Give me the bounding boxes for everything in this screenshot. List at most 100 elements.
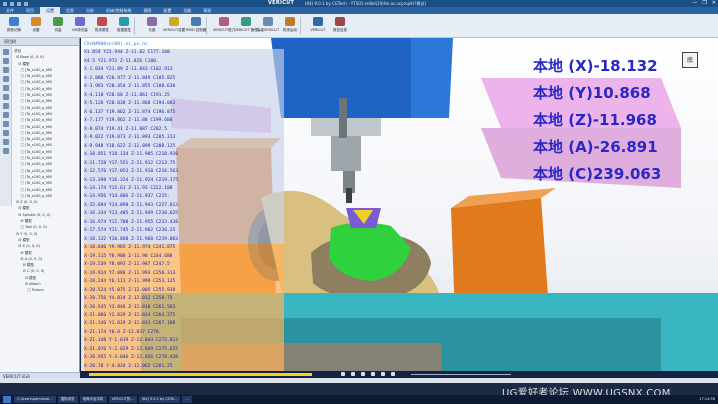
tree-tool-icon[interactable]	[3, 85, 9, 91]
view-cube[interactable]: 底	[682, 52, 698, 68]
taskbar-item[interactable]: 电商平台手机	[79, 396, 107, 403]
nc-line[interactable]: X-20.756 Y4.034 Z-12.012 C258.75	[84, 295, 284, 304]
menu-item[interactable]: 信息	[60, 7, 80, 14]
ribbon-button[interactable]: 颜色切换	[3, 16, 25, 36]
nc-line[interactable]: X-16.334 Y13.405 Z-11.949 C230.625	[84, 210, 284, 219]
ribbon-button[interactable]: 机床运动	[279, 16, 301, 36]
quick-open-icon[interactable]	[10, 1, 14, 6]
menu-item[interactable]: 项目	[20, 7, 40, 14]
nc-line[interactable]: X-20.244 Y6.111 Z-11.999 C253.125	[84, 278, 284, 287]
nc-line[interactable]: X-10.851 Y18.134 Z-11.905 C210.938	[84, 151, 284, 160]
nc-line[interactable]: X-3.993 Y20.454 Z-11.855 C188.638	[84, 83, 284, 92]
nc-line[interactable]: X-20.955 Y-3.046 Z-12.056 C278.438	[84, 354, 284, 363]
ribbon-button[interactable]: 切量	[47, 16, 69, 36]
tree-tool-icon[interactable]	[3, 76, 9, 82]
quick-access-toolbar[interactable]	[3, 1, 28, 6]
speed-slider[interactable]	[411, 374, 511, 375]
nc-line[interactable]: X-19.539 Y8.093 Z-11.987 C247.5	[84, 261, 284, 270]
ribbon-button[interactable]: VERICUT设置	[163, 16, 185, 36]
minimize-button[interactable]: —	[692, 0, 697, 6]
ribbon-button[interactable]: 长度	[141, 16, 163, 36]
nc-line[interactable]: X-21.146 Y1.019 Z-12.031 C267.188	[84, 320, 284, 329]
taskbar-item[interactable]: ...	[182, 396, 192, 403]
nc-line[interactable]: X4.5 Y21.972 Z-11.826 C180.	[84, 57, 284, 67]
tree-tool-icon[interactable]	[3, 94, 9, 100]
ribbon-button[interactable]: NX快切量	[69, 16, 91, 36]
maximize-button[interactable]: ❐	[702, 0, 706, 6]
nc-line[interactable]: X1.054 Y21.944 Z-11.82 C177.108	[84, 49, 284, 58]
taskbar-item[interactable]: 搜狗浏览	[57, 396, 78, 403]
tree-tool-icon[interactable]	[3, 139, 9, 145]
nc-line[interactable]: X-21.066 Y2.029 Z-12.024 C264.375	[84, 312, 284, 321]
step-forward-icon[interactable]	[371, 372, 375, 376]
nc-line[interactable]: X-12.576 Y17.053 Z-11.918 C216.563	[84, 168, 284, 177]
machine-simulation-viewport[interactable]: CAsN#000sn(00).nc_ps.nc X1.054 Y21.944 Z…	[81, 38, 718, 371]
tree-tool-icon[interactable]	[3, 112, 9, 118]
nc-line[interactable]: X-9.948 Y18.622 Z-11.899 C208.125	[84, 142, 284, 152]
nc-line[interactable]: X-16.974 Y12.708 Z-11.955 C233.438	[84, 218, 284, 228]
ribbon-button[interactable]: IMSD 控制器	[185, 16, 207, 36]
tree-tool-icon[interactable]	[3, 103, 9, 109]
ribbon-button[interactable]: 机床属性	[91, 16, 113, 36]
nc-line[interactable]: X-15.694 Y14.098 Z-11.943 C227.813	[84, 201, 284, 211]
nc-line[interactable]: X-19.115 Y8.988 Z-11.98 C244.688	[84, 252, 284, 262]
tree-tool-icon[interactable]	[3, 148, 9, 154]
stop-icon[interactable]	[381, 372, 385, 376]
tree-node[interactable]: □ Fixture	[14, 287, 80, 293]
nc-line[interactable]: X-8.074 Y19.41 Z-11.887 C202.5	[84, 125, 284, 135]
taskbar-item[interactable]: VERICUT的...	[108, 396, 137, 403]
nc-line[interactable]: X-20.524 Y5.075 Z-12.005 C255.938	[84, 286, 284, 296]
play-icon[interactable]	[361, 372, 365, 376]
nc-line[interactable]: X-14.174 Y15.61 Z-11.93 C222.188	[84, 184, 284, 194]
nc-line[interactable]: X-11.728 Y17.551 Z-11.912 C213.75	[84, 159, 284, 169]
menu-item[interactable]: 视图	[137, 7, 157, 14]
nc-line[interactable]: X-18.646 Y9.965 Z-11.974 C241.875	[84, 244, 284, 253]
menu-item[interactable]: 设置	[40, 7, 60, 14]
quick-new-icon[interactable]	[3, 1, 7, 6]
nc-line[interactable]: X-14.956 Y14.886 Z-11.937 C225.	[84, 193, 284, 202]
nc-line[interactable]: X-20.935 Y3.046 Z-12.018 C261.563	[84, 303, 284, 312]
ribbon-button[interactable]: VERICUT退刀	[213, 16, 235, 36]
ribbon-button[interactable]: VERICUT 管理	[234, 16, 258, 36]
nc-line[interactable]: X-21.076 Y-2.029 Z-12.049 C275.625	[84, 345, 284, 355]
taskbar-item[interactable]: (64) 9.0.1 by CGTe...	[138, 396, 181, 403]
nc-line[interactable]: X-19.914 Y7.086 Z-11.993 C250.313	[84, 269, 284, 279]
quick-save-icon[interactable]	[17, 1, 21, 6]
simulation-timeline[interactable]	[81, 371, 718, 378]
menu-item[interactable]: 机床/控制系统	[100, 7, 137, 14]
quick-undo-icon[interactable]	[24, 1, 28, 6]
ribbon-button[interactable]: 报告信息	[329, 16, 351, 36]
nc-program-listing[interactable]: CAsN#000sn(00).nc_ps.nc X1.054 Y21.944 Z…	[84, 41, 284, 371]
nc-line[interactable]: X-21.174 Y0.0 Z-12.037 C270.	[84, 328, 284, 338]
ribbon-button[interactable]: 碰撞属性	[113, 16, 135, 36]
nc-line[interactable]: X-1.034 Y21.89 Z-11.843 C182.913	[84, 66, 284, 75]
nc-line[interactable]: X-9.022 Y19.073 Z-11.893 C205.313	[84, 134, 284, 143]
ribbon-button[interactable]: 设置	[25, 16, 47, 36]
tree-tool-icon[interactable]	[3, 67, 9, 73]
menu-item[interactable]: 配置	[157, 7, 177, 14]
rewind-icon[interactable]	[341, 372, 345, 376]
menu-item[interactable]: 帮助	[197, 7, 217, 14]
start-button-icon[interactable]	[3, 396, 11, 403]
menu-item[interactable]: 文件	[0, 7, 20, 14]
tree-tool-icon[interactable]	[3, 121, 9, 127]
nc-line[interactable]: X-2.888 Y20.977 Z-11.849 C185.825	[84, 74, 284, 84]
nc-current-line[interactable]: X-18.132 Y10.868 Z-11.968 C239.063	[84, 235, 284, 245]
menu-item[interactable]: 分析	[80, 7, 100, 14]
taskbar-item[interactable]: C:\Users\Administr...	[14, 396, 56, 403]
nc-line[interactable]: X-4.110 Y20.68 Z-11.861 C191.25	[84, 91, 284, 101]
ribbon-button[interactable]: 高级VERICUT	[257, 16, 279, 36]
reset-icon[interactable]	[391, 372, 395, 376]
nc-line[interactable]: X-21.148 Y-1.019 Z-12.043 C272.813	[84, 337, 284, 346]
nc-line[interactable]: X-20.78 Y-4.034 Z-12.062 C281.25	[84, 362, 284, 371]
nc-line[interactable]: X-17.574 Y11.745 Z-11.962 C236.25	[84, 227, 284, 236]
ribbon-button[interactable]: VERICUT	[307, 16, 329, 36]
nc-line[interactable]: X-7.177 Y19.862 Z-11.88 C199.688	[84, 117, 284, 126]
tree-tool-icon[interactable]	[3, 49, 9, 55]
nc-line[interactable]: X-5.126 Y20.038 Z-11.868 C194.063	[84, 100, 284, 109]
menu-item[interactable]: 功能	[177, 7, 197, 14]
close-button[interactable]: ✕	[712, 0, 716, 6]
tree-tool-icon[interactable]	[3, 58, 9, 64]
tree-tool-icon[interactable]	[3, 130, 9, 136]
nc-line[interactable]: X-13.398 Y16.324 Z-11.924 C219.375	[84, 176, 284, 185]
